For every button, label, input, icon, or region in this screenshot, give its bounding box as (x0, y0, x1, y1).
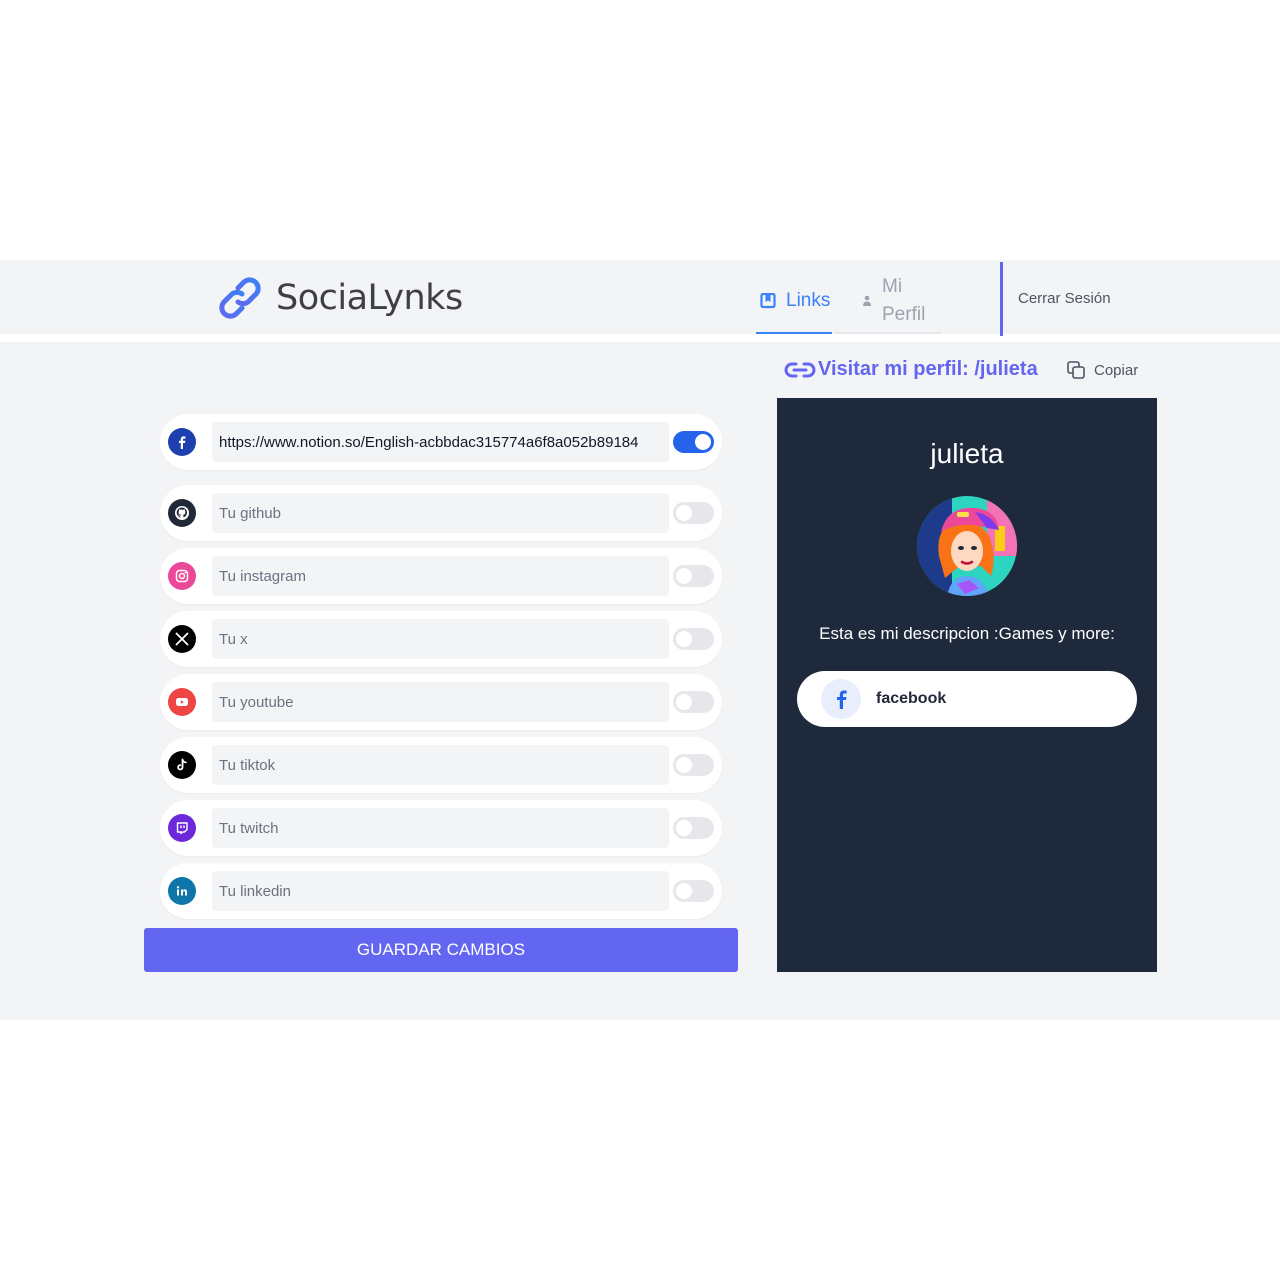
tab-links-label: Links (786, 290, 831, 311)
preview-description: Esta es mi descripcion :Games y more: (819, 624, 1115, 643)
toggle-knob (676, 820, 692, 836)
brand-name-part1: Socia (276, 278, 368, 318)
link-row-instagram (160, 548, 722, 604)
link-row-youtube (160, 674, 722, 730)
link-row-github (160, 485, 722, 541)
tab-mi-perfil[interactable]: Mi Perfil (834, 270, 942, 334)
tiktok-url-input[interactable] (212, 745, 669, 785)
user-icon (862, 295, 872, 307)
linkedin-url-input[interactable] (212, 871, 669, 911)
tab-links[interactable]: Links (756, 270, 832, 334)
github-toggle[interactable] (673, 502, 714, 524)
preview-link-facebook[interactable]: facebook (797, 671, 1137, 727)
tab-mi-perfil-label: Mi Perfil (882, 276, 926, 325)
toggle-knob (676, 757, 692, 773)
youtube-url-input[interactable] (212, 682, 669, 722)
copy-icon (1066, 360, 1086, 380)
preview-link-label: facebook (876, 690, 947, 707)
x-icon (168, 625, 196, 653)
copy-button[interactable]: Copiar (1066, 360, 1138, 380)
avatar (917, 496, 1017, 596)
profile-preview: julieta Esta es mi descripcion :Games y … (777, 398, 1157, 972)
instagram-icon (168, 562, 196, 590)
x-url-input[interactable] (212, 619, 669, 659)
link-row-facebook (160, 414, 722, 470)
app-container: SociaLynks Links Mi Perfil Cerrar Sesión… (0, 260, 1280, 1020)
linkedin-icon (168, 877, 196, 905)
social-links-list (160, 414, 722, 926)
facebook-icon (168, 428, 196, 456)
link-row-x (160, 611, 722, 667)
github-icon (168, 499, 196, 527)
toggle-knob (676, 505, 692, 521)
main-nav: Links Mi Perfil (756, 270, 942, 334)
preview-username: julieta (930, 438, 1004, 469)
brand-logo[interactable]: SociaLynks (216, 274, 463, 322)
toggle-knob (676, 568, 692, 584)
tiktok-icon (168, 751, 196, 779)
visit-profile-link[interactable]: Visitar mi perfil: /julieta (784, 358, 1038, 381)
linkedin-toggle[interactable] (673, 880, 714, 902)
top-header: SociaLynks Links Mi Perfil Cerrar Sesión (0, 260, 1280, 342)
link-icon (784, 360, 816, 380)
toggle-knob (695, 434, 711, 450)
link-row-twitch (160, 800, 722, 856)
bookmark-icon (760, 293, 776, 309)
instagram-url-input[interactable] (212, 556, 669, 596)
header-divider (1000, 262, 1003, 336)
twitch-toggle[interactable] (673, 817, 714, 839)
instagram-toggle[interactable] (673, 565, 714, 587)
twitch-icon (168, 814, 196, 842)
toggle-knob (676, 631, 692, 647)
chain-link-icon (216, 274, 264, 322)
youtube-toggle[interactable] (673, 691, 714, 713)
copy-label: Copiar (1094, 361, 1139, 379)
x-toggle[interactable] (673, 628, 714, 650)
link-row-linkedin (160, 863, 722, 919)
brand-name: SociaLynks (276, 278, 463, 318)
tiktok-toggle[interactable] (673, 754, 714, 776)
toggle-knob (676, 694, 692, 710)
toggle-knob (676, 883, 692, 899)
twitch-url-input[interactable] (212, 808, 669, 848)
visit-profile-label: Visitar mi perfil: /julieta (818, 358, 1038, 380)
brand-name-part2: Lynks (367, 278, 464, 318)
link-row-tiktok (160, 737, 722, 793)
facebook-toggle[interactable] (673, 431, 714, 453)
github-url-input[interactable] (212, 493, 669, 533)
save-changes-button[interactable]: GUARDAR CAMBIOS (144, 928, 738, 972)
youtube-icon (168, 688, 196, 716)
facebook-icon (821, 679, 861, 719)
facebook-url-input[interactable] (212, 422, 669, 462)
logout-link[interactable]: Cerrar Sesión (1018, 290, 1111, 307)
